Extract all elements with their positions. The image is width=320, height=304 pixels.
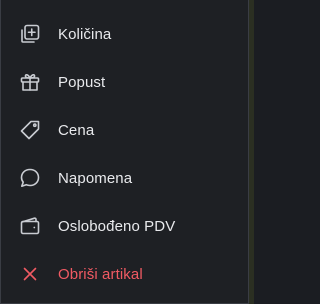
menu-item-quantity[interactable]: Količina bbox=[1, 10, 248, 58]
menu-item-discount[interactable]: Popust bbox=[1, 58, 248, 106]
menu-item-label: Cena bbox=[58, 121, 95, 139]
menu-item-label: Popust bbox=[58, 73, 106, 91]
wallet-icon bbox=[18, 214, 42, 238]
menu-item-label: Količina bbox=[58, 25, 112, 43]
close-icon bbox=[18, 262, 42, 286]
menu-item-note[interactable]: Napomena bbox=[1, 154, 248, 202]
menu-item-label: Napomena bbox=[58, 169, 133, 187]
menu-item-price[interactable]: Cena bbox=[1, 106, 248, 154]
menu-item-delete[interactable]: Obriši artikal bbox=[1, 250, 248, 298]
gift-icon bbox=[18, 70, 42, 94]
item-options-menu: Količina Popust Cena Napomena Oslobođeno… bbox=[0, 0, 249, 304]
tag-icon bbox=[18, 118, 42, 142]
add-box-icon bbox=[18, 22, 42, 46]
menu-item-label: Obriši artikal bbox=[58, 265, 143, 283]
comment-icon bbox=[18, 166, 42, 190]
menu-item-label: Oslobođeno PDV bbox=[58, 217, 176, 235]
menu-item-vat-exempt[interactable]: Oslobođeno PDV bbox=[1, 202, 248, 250]
